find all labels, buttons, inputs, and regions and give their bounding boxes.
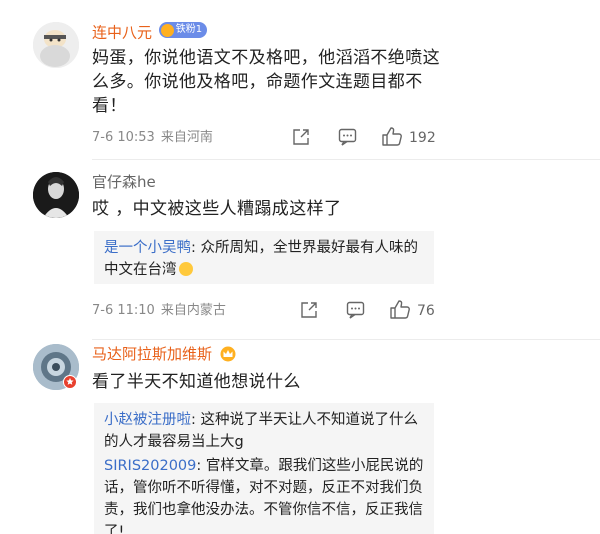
comment-location: 来自内蒙古 [160, 303, 226, 318]
comment-text: 妈蛋，你说他语文不及格吧，他滔滔不绝喷这么多。你说他及格吧，命题作文连题目都不看… [92, 48, 440, 116]
comment-3: 马达阿拉斯加维斯 看了半天不知道他想说什么 小赵被注册啦: 这种说了半天让人不知… [0, 340, 600, 534]
comment-meta: 7-6 11:10 来自内蒙古 [92, 302, 226, 320]
like-count: 192 [409, 130, 436, 146]
reply-item: 小赵被注册啦: 这种说了半天让人不知道说了什么的人才最容易当上大g [104, 409, 424, 453]
crown-icon [160, 23, 174, 37]
comment-username[interactable]: 连中八元 铁粉1 [92, 22, 208, 43]
laugh-emoji-icon [178, 262, 193, 276]
comment-1: 连中八元 铁粉1 妈蛋，你说他语文不及格吧，他滔滔不绝喷这么多。你说他及格吧，命… [0, 0, 600, 160]
like-icon[interactable] [389, 299, 411, 320]
avatar[interactable] [33, 172, 79, 218]
comment-location: 来自河南 [160, 130, 213, 145]
reply-item: 是一个小吴鸭: 众所周知，全世界最好最有人味的中文在台湾 [104, 237, 424, 281]
comment-time: 7-6 10:53 [92, 130, 155, 145]
reply-box[interactable]: 小赵被注册啦: 这种说了半天让人不知道说了什么的人才最容易当上大g SIRIS2… [94, 403, 434, 534]
share-icon[interactable] [292, 128, 310, 146]
comment-time: 7-6 11:10 [92, 303, 155, 318]
reply-username[interactable]: 小赵被注册啦 [104, 412, 191, 428]
comment-icon[interactable] [346, 301, 365, 319]
reply-item: SIRIS202009: 官样文章。跟我们这些小屁民说的话，管你听不听得懂，对不… [104, 455, 424, 534]
fan-badge-label: 铁粉1 [175, 24, 203, 35]
comment-2: 官仔森he 哎 ，中文被这些人糟蹋成这样了 是一个小吴鸭: 众所周知，全世界最好… [0, 160, 600, 340]
fan-badge: 铁粉1 [158, 22, 208, 38]
share-icon[interactable] [300, 301, 318, 319]
comment-text: 哎 ，中文被这些人糟蹋成这样了 [92, 199, 342, 219]
reply-box[interactable]: 是一个小吴鸭: 众所周知，全世界最好最有人味的中文在台湾 [94, 231, 434, 284]
comment-username[interactable]: 官仔森he [92, 172, 156, 192]
reply-username[interactable]: 是一个小吴鸭 [104, 240, 191, 256]
crown-badge-icon [220, 346, 236, 362]
username-text[interactable]: 马达阿拉斯加维斯 [92, 345, 212, 363]
comment-username[interactable]: 马达阿拉斯加维斯 [92, 344, 236, 364]
verified-badge-icon [63, 375, 77, 389]
comment-text: 看了半天不知道他想说什么 [92, 372, 301, 392]
avatar[interactable] [33, 22, 79, 68]
username-text[interactable]: 连中八元 [92, 24, 152, 42]
comment-meta: 7-6 10:53 来自河南 [92, 129, 213, 147]
comment-icon[interactable] [338, 128, 357, 146]
like-count: 76 [417, 303, 435, 319]
like-icon[interactable] [381, 126, 403, 147]
reply-username[interactable]: SIRIS202009 [104, 458, 196, 474]
